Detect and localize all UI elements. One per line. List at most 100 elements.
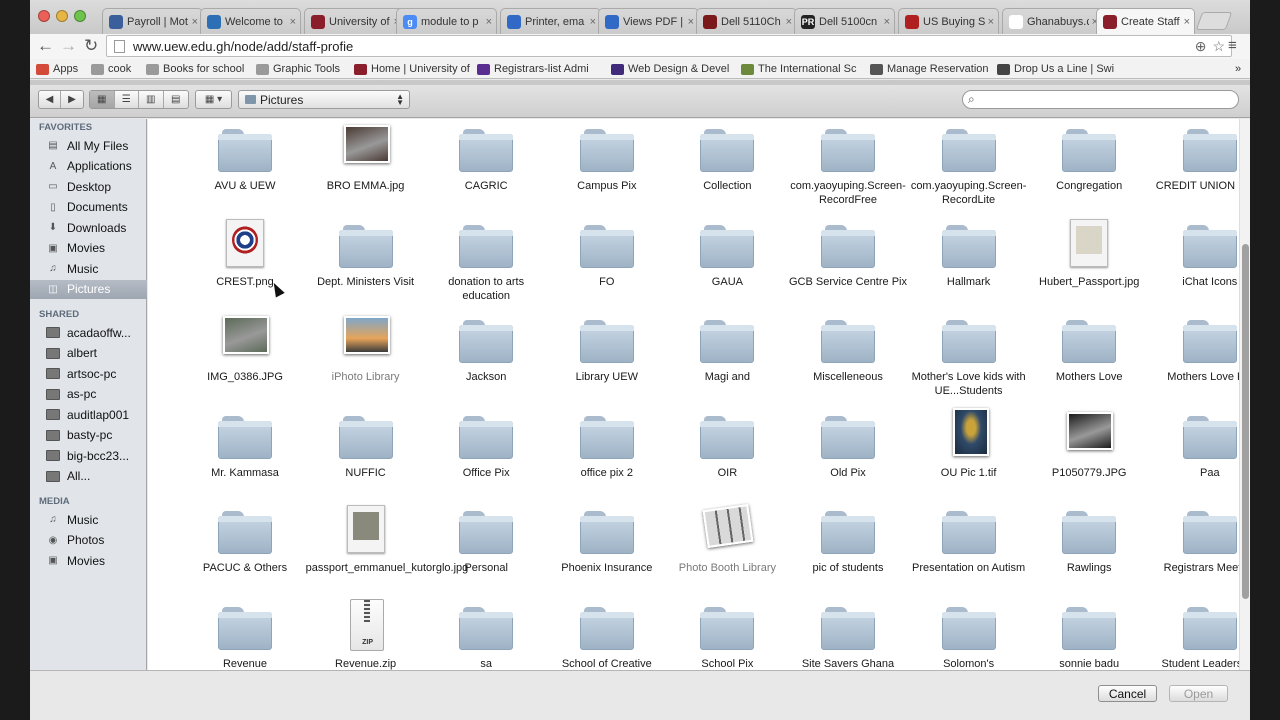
file-item[interactable]: passport_emmanuel_kutorglo.jpg — [306, 503, 468, 593]
open-button[interactable]: Open — [1169, 685, 1228, 702]
sidebar-item-shared-computer[interactable]: big-bcc23... — [30, 446, 147, 465]
sidebar-item-media-movies[interactable]: ▣ Movies — [30, 551, 147, 570]
sidebar-item-shared-computer[interactable]: basty-pc — [30, 426, 147, 445]
coverflow-view-icon[interactable]: ▤ — [164, 91, 188, 108]
folder-item[interactable]: com.yaoyuping.Screen-RecordLite — [909, 121, 1029, 211]
tab-11[interactable]: Create Staff × — [1096, 8, 1195, 34]
folder-item[interactable]: Rawlings — [1029, 503, 1149, 593]
bookmark-item[interactable]: The International Sc — [741, 61, 856, 77]
tab-8[interactable]: PR Dell 5100cn × — [794, 8, 895, 34]
sidebar-item-shared-computer[interactable]: artsoc-pc — [30, 364, 147, 383]
sidebar-item-movies[interactable]: ▣ Movies — [30, 239, 147, 258]
cancel-button[interactable]: Cancel — [1098, 685, 1157, 702]
list-view-icon[interactable]: ☰ — [115, 91, 139, 108]
sidebar-item-documents[interactable]: ▯ Documents — [30, 198, 147, 217]
folder-item[interactable]: Library UEW — [547, 312, 667, 402]
back-arrow-icon[interactable]: ← — [37, 35, 54, 57]
file-item[interactable]: BRO EMMA.jpg — [306, 121, 426, 211]
folder-item[interactable]: Miscelleneous — [788, 312, 908, 402]
bookmark-item[interactable]: Home | University of — [354, 61, 470, 77]
tab-7[interactable]: Dell 5110Ch × — [696, 8, 797, 34]
sidebar-item-media-music[interactable]: ♫ Music — [30, 510, 147, 529]
folder-item[interactable]: Registrars Meeting — [1150, 503, 1239, 593]
tab-close-icon[interactable]: × — [486, 16, 492, 28]
folder-item[interactable]: Hallmark — [909, 217, 1029, 307]
sidebar-item-shared-computer[interactable]: as-pc — [30, 385, 147, 404]
file-item[interactable]: iPhoto Library — [306, 312, 426, 402]
folder-item[interactable]: iChat Icons — [1150, 217, 1239, 307]
sidebar-item-pictures[interactable]: ◫ Pictures — [30, 279, 147, 299]
folder-item[interactable]: Mother's Love kids with UE...Students — [909, 312, 1029, 402]
tab-1[interactable]: Payroll | Mot × — [102, 8, 203, 34]
tab-close-icon[interactable]: × — [884, 16, 890, 28]
folder-item[interactable]: CAGRIC — [426, 121, 546, 211]
folder-item[interactable]: Congregation — [1029, 121, 1149, 211]
tab-3[interactable]: University of× — [304, 8, 405, 34]
folder-item[interactable]: School Pix — [667, 599, 787, 670]
folder-item[interactable]: Site Savers Ghana — [788, 599, 908, 670]
sidebar-item-all-my-files[interactable]: ▤ All My Files — [30, 136, 147, 155]
tab-9[interactable]: US Buying S × — [898, 8, 999, 34]
folder-item[interactable]: Dept. Ministers Visit — [306, 217, 426, 307]
bookmark-item[interactable]: Books for school — [146, 61, 244, 77]
tab-10[interactable]: Ghanabuys.c × — [1002, 8, 1103, 34]
file-item[interactable]: P1050779.JPG — [1029, 408, 1149, 498]
tab-close-icon[interactable]: × — [688, 16, 694, 28]
reload-icon[interactable]: ↻ — [84, 35, 98, 57]
sidebar-item-media-photos[interactable]: ◉ Photos — [30, 531, 147, 550]
file-item[interactable]: CREST.png — [185, 217, 305, 307]
folder-item[interactable]: office pix 2 — [547, 408, 667, 498]
folder-item[interactable]: com.yaoyuping.Screen-RecordFree — [788, 121, 908, 211]
folder-item[interactable]: GAUA — [667, 217, 787, 307]
folder-item[interactable]: Student Leaders trn — [1150, 599, 1239, 670]
folder-item[interactable]: Collection — [667, 121, 787, 211]
tab-close-icon[interactable]: × — [192, 16, 198, 28]
bookmark-item[interactable]: Apps — [36, 61, 78, 77]
file-item[interactable]: IMG_0386.JPG — [185, 312, 305, 402]
bookmark-item[interactable]: Web Design & Devel — [611, 61, 729, 77]
tab-close-icon[interactable]: × — [786, 16, 792, 28]
folder-item[interactable]: Mothers Love — [1029, 312, 1149, 402]
scroll-thumb[interactable] — [1242, 244, 1249, 599]
location-popup[interactable]: Pictures ▲ ▼ — [238, 90, 410, 109]
sidebar-item-shared-computer[interactable]: albert — [30, 344, 147, 363]
new-tab-button[interactable] — [1195, 12, 1233, 30]
folder-item[interactable]: Office Pix — [426, 408, 546, 498]
folder-item[interactable]: Personal — [426, 503, 546, 593]
sidebar-item-applications[interactable]: A Applications — [30, 157, 147, 176]
bookmark-item[interactable]: Graphic Tools — [256, 61, 340, 77]
back-nav-button[interactable]: ◀ — [39, 91, 61, 108]
arrange-button[interactable]: ▦ ▾ — [195, 90, 232, 109]
tab-close-icon[interactable]: × — [290, 16, 296, 28]
zoom-icon[interactable]: ⊕ — [1195, 38, 1207, 55]
bookmarks-overflow-icon[interactable]: » — [1235, 61, 1241, 77]
bookmark-item[interactable]: Manage Reservation — [870, 61, 989, 77]
search-input[interactable]: ⌕ — [962, 90, 1239, 109]
minimize-window-button[interactable] — [56, 10, 68, 22]
tab-close-icon[interactable]: × — [988, 16, 994, 28]
close-window-button[interactable] — [38, 10, 50, 22]
folder-item[interactable]: Jackson — [426, 312, 546, 402]
folder-item[interactable]: School of Creative — [547, 599, 667, 670]
bookmark-item[interactable]: Drop Us a Line | Swi — [997, 61, 1114, 77]
folder-item[interactable]: NUFFIC — [306, 408, 426, 498]
forward-nav-button[interactable]: ▶ — [61, 91, 83, 108]
forward-arrow-icon[interactable]: → — [60, 35, 77, 57]
folder-item[interactable]: AVU & UEW — [185, 121, 305, 211]
sidebar-item-shared-computer[interactable]: auditlap001 — [30, 405, 147, 424]
sidebar-item-downloads[interactable]: ⬇ Downloads — [30, 218, 147, 237]
folder-item[interactable]: FO — [547, 217, 667, 307]
tab-close-icon[interactable]: × — [1184, 16, 1190, 28]
folder-item[interactable]: PACUC & Others — [185, 503, 305, 593]
folder-item[interactable]: Revenue — [185, 599, 305, 670]
folder-item[interactable]: sa — [426, 599, 546, 670]
sidebar-item-desktop[interactable]: ▭ Desktop — [30, 177, 147, 196]
folder-item[interactable]: Solomon's — [909, 599, 1029, 670]
column-view-icon[interactable]: ▥ — [139, 91, 164, 108]
folder-item[interactable]: sonnie badu — [1029, 599, 1149, 670]
bookmark-item[interactable]: cook — [91, 61, 131, 77]
folder-item[interactable]: Old Pix — [788, 408, 908, 498]
vertical-scrollbar[interactable] — [1239, 119, 1250, 670]
file-item[interactable]: ZIP Revenue.zip — [306, 599, 426, 670]
folder-item[interactable]: OIR — [667, 408, 787, 498]
